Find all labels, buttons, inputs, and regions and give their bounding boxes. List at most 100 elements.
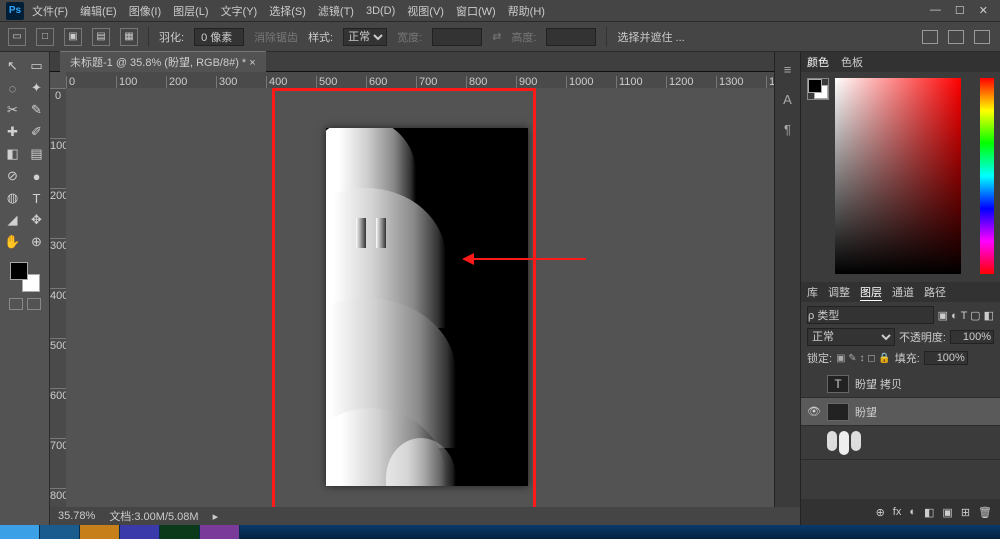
menu-item[interactable]: 滤镜(T) — [318, 3, 354, 19]
tab-swatches[interactable]: 色板 — [841, 54, 863, 70]
status-bar: 35.78% 文档:3.00M/5.08M ▸ — [50, 507, 800, 525]
wand-tool[interactable]: ✦ — [26, 78, 48, 98]
menu-item[interactable]: 图层(L) — [173, 3, 208, 19]
feather-input[interactable]: 0 像素 — [194, 28, 244, 46]
layer-name: 盼望 拷贝 — [855, 376, 902, 392]
blend-mode-select[interactable]: 正常 — [807, 328, 895, 346]
menu-item[interactable]: 选择(S) — [269, 3, 306, 19]
color-panel[interactable] — [801, 72, 1000, 282]
layers-list: T 盼望 拷贝 👁 盼望 — [801, 370, 1000, 499]
height-label: 高度: — [511, 29, 536, 45]
lock-icons[interactable]: ▣ ✎ ↕ ◻ 🔒 — [836, 353, 891, 364]
brush-tool[interactable]: ✐ — [26, 122, 48, 142]
menu-item[interactable]: 帮助(H) — [508, 3, 545, 19]
fx-icon[interactable]: fx — [893, 506, 902, 518]
stamp-tool[interactable]: ◧ — [2, 144, 24, 164]
toolbox: ↖ ▭ ◌ ✦ ✂ ✎ ✚ ✐ ◧ ▤ ⊘ ● ◍ T ◢ ✥ ✋ ⊕ — [0, 52, 50, 525]
width-input — [432, 28, 482, 46]
layer-thumb — [827, 403, 849, 421]
menu-item[interactable]: 视图(V) — [407, 3, 444, 19]
mask-icon[interactable]: ◐ — [909, 506, 916, 518]
layer-row[interactable]: T 盼望 拷贝 — [801, 370, 1000, 398]
layer-row[interactable] — [801, 426, 1000, 460]
type-layer-icon: T — [827, 375, 849, 393]
color-swatch[interactable] — [10, 262, 40, 292]
trash-icon[interactable]: 🗑 — [978, 506, 992, 519]
type-tool[interactable]: T — [26, 188, 48, 208]
menu-item[interactable]: 文字(Y) — [221, 3, 258, 19]
new-layer-icon[interactable]: ⊞ — [961, 506, 970, 519]
screen-mode-icon[interactable] — [948, 30, 964, 44]
layer-row[interactable]: 👁 盼望 — [801, 398, 1000, 426]
layer-filter[interactable]: ρ 类型 — [807, 306, 934, 324]
opacity-label: 不透明度: — [899, 329, 946, 345]
panel-strip: ≡ A ¶ — [774, 52, 800, 525]
antialias-toggle: 消除锯齿 — [254, 29, 298, 45]
tool-preset-icon[interactable]: ▭ — [8, 28, 26, 46]
maximize-icon[interactable]: ☐ — [955, 4, 965, 17]
zoom-level[interactable]: 35.78% — [58, 510, 95, 522]
tab-channels[interactable]: 通道 — [892, 284, 914, 300]
crop-tool[interactable]: ✂ — [2, 100, 24, 120]
move-tool[interactable]: ↖ — [2, 56, 24, 76]
para-icon[interactable]: ¶ — [780, 122, 796, 138]
minimize-icon[interactable]: — — [930, 4, 941, 17]
path-tool[interactable]: ✥ — [26, 210, 48, 230]
blur-tool[interactable]: ◍ — [2, 188, 24, 208]
layers-footer: ⊕ fx ◐ ◧ ▣ ⊞ 🗑 — [801, 499, 1000, 525]
sel-int-icon[interactable]: ▦ — [120, 28, 138, 46]
lasso-tool[interactable]: ◌ — [2, 78, 24, 98]
zoom-tool[interactable]: ⊕ — [26, 232, 48, 252]
panel-toggle-icon[interactable] — [974, 30, 990, 44]
menu-item[interactable]: 3D(D) — [366, 5, 395, 17]
history-brush-tool[interactable]: ▤ — [26, 144, 48, 164]
fill-input[interactable]: 100% — [924, 351, 968, 365]
sel-add-icon[interactable]: ▣ — [64, 28, 82, 46]
menu-item[interactable]: 编辑(E) — [80, 3, 117, 19]
taskbar[interactable] — [0, 525, 1000, 539]
gradient-tool[interactable]: ● — [26, 166, 48, 186]
tab-libraries[interactable]: 库 — [807, 284, 818, 300]
history-icon[interactable]: ≡ — [780, 62, 796, 78]
tab-layers[interactable]: 图层 — [860, 284, 882, 301]
close-icon[interactable]: ✕ — [979, 4, 988, 17]
menu-item[interactable]: 文件(F) — [32, 3, 68, 19]
tab-color[interactable]: 颜色 — [807, 54, 829, 70]
tab-paths[interactable]: 路径 — [924, 284, 946, 300]
height-input — [546, 28, 596, 46]
eyedropper-tool[interactable]: ✎ — [26, 100, 48, 120]
canvas-area[interactable]: 0100200300400500600700800900100011001200… — [50, 72, 774, 525]
hand-tool[interactable]: ✋ — [2, 232, 24, 252]
menu-bar: Ps 文件(F) 编辑(E) 图像(I) 图层(L) 文字(Y) 选择(S) 滤… — [0, 0, 1000, 22]
eraser-tool[interactable]: ⊘ — [2, 166, 24, 186]
document-tab-bar: 未标题-1 @ 35.8% (盼望, RGB/8#) * × — [50, 52, 774, 72]
menu-item[interactable]: 窗口(W) — [456, 3, 496, 19]
style-select[interactable]: 正常 — [343, 28, 387, 46]
visibility-toggle[interactable]: 👁 — [807, 405, 821, 418]
char-icon[interactable]: A — [780, 92, 796, 108]
ruler-vertical: 0100200300400500600700800900 — [50, 88, 66, 525]
marquee-tool[interactable]: ▭ — [26, 56, 48, 76]
adjust-icon[interactable]: ◧ — [924, 506, 934, 519]
ruler-horizontal: 0100200300400500600700800900100011001200… — [66, 72, 774, 88]
sel-new-icon[interactable]: □ — [36, 28, 54, 46]
document-tab[interactable]: 未标题-1 @ 35.8% (盼望, RGB/8#) * × — [60, 51, 266, 72]
quickmask-icon[interactable] — [9, 298, 23, 310]
menu-item[interactable]: 图像(I) — [129, 3, 161, 19]
hue-slider[interactable] — [980, 78, 994, 274]
annotation-box — [272, 88, 536, 518]
opacity-input[interactable]: 100% — [950, 330, 994, 344]
link-icon[interactable]: ⊕ — [876, 506, 885, 519]
screenmode-icon[interactable] — [27, 298, 41, 310]
pen-tool[interactable]: ◢ — [2, 210, 24, 230]
sel-sub-icon[interactable]: ▤ — [92, 28, 110, 46]
refine-edge-button[interactable]: 选择并遮住 ... — [617, 29, 684, 45]
options-bar: ▭ □ ▣ ▤ ▦ 羽化: 0 像素 消除锯齿 样式: 正常 宽度: ⇄ 高度:… — [0, 22, 1000, 52]
heal-tool[interactable]: ✚ — [2, 122, 24, 142]
workspace-icon[interactable] — [922, 30, 938, 44]
fill-label: 填充: — [895, 350, 920, 366]
group-icon[interactable]: ▣ — [942, 506, 952, 519]
doc-size: 文档:3.00M/5.08M — [109, 508, 198, 524]
tab-adjustments[interactable]: 调整 — [828, 284, 850, 300]
app-logo: Ps — [6, 2, 24, 20]
